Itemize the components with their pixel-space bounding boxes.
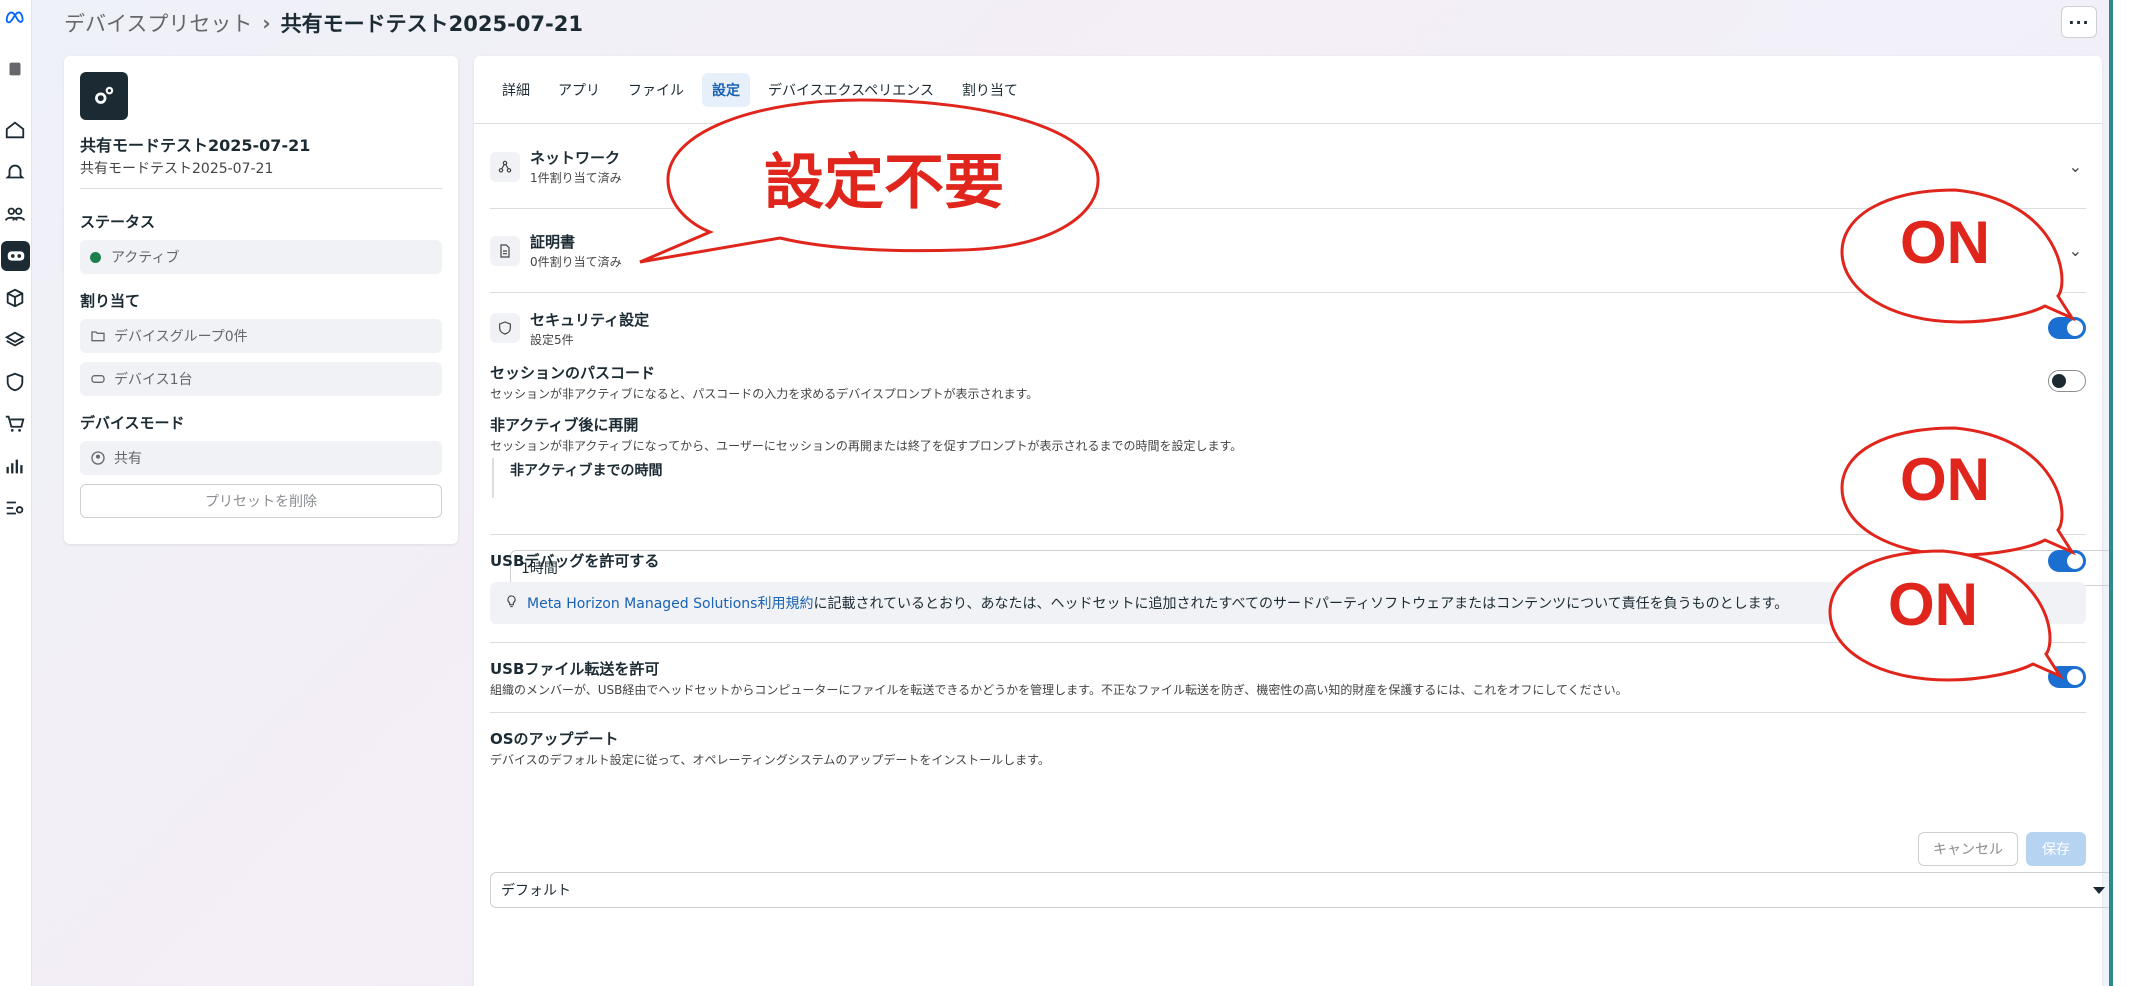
home-icon[interactable] — [0, 115, 30, 145]
layers-icon[interactable] — [0, 325, 30, 355]
annotation-on-usb-debug: ON — [1900, 446, 1990, 513]
certificate-subtitle: 0件割り当て済み — [530, 255, 622, 269]
status-title: ステータス — [80, 213, 156, 231]
right-edge-panel — [2109, 0, 2133, 986]
settings-panel: 詳細 アプリ ファイル 設定 デバイスエクスペリエンス 割り当て ネットワーク … — [474, 56, 2133, 986]
resume-setting: 非アクティブ後に再開 セッションが非アクティブになってから、ユーザーにセッション… — [490, 414, 2086, 454]
tab-files[interactable]: ファイル — [618, 73, 694, 107]
cancel-button[interactable]: キャンセル — [1918, 832, 2018, 866]
tab-bar: 詳細 アプリ ファイル 設定 デバイスエクスペリエンス 割り当て — [474, 56, 2102, 124]
document-icon — [490, 235, 520, 266]
os-update-title: OSのアップデート — [490, 730, 619, 748]
gears-icon — [80, 72, 128, 120]
devices-item[interactable]: デバイス1台 — [80, 362, 442, 396]
os-update-setting: OSのアップデート デバイスのデフォルト設定に従って、オペレーティングシステムの… — [490, 728, 2086, 768]
chevron-right-icon: › — [262, 11, 271, 35]
device-groups-item[interactable]: デバイスグループ0件 — [80, 319, 442, 353]
divider — [490, 642, 2086, 643]
passcode-setting: セッションのパスコード セッションが非アクティブになると、パスコードの入力を求め… — [490, 362, 2086, 402]
cart-icon[interactable] — [0, 409, 30, 439]
preset-name: 共有モードテスト2025-07-21 — [80, 136, 311, 155]
passcode-title: セッションのパスコード — [490, 364, 656, 382]
headset-small-icon — [91, 375, 105, 383]
bar-chart-icon[interactable] — [0, 451, 30, 481]
divider — [490, 534, 2086, 535]
headset-icon[interactable] — [1, 241, 30, 271]
network-icon — [490, 151, 520, 182]
resume-desc: セッションが非アクティブになってから、ユーザーにセッションの再開または終了を促す… — [490, 439, 1243, 453]
annotation-on-security: ON — [1900, 209, 1990, 276]
tab-details[interactable]: 詳細 — [492, 73, 540, 107]
breadcrumb-parent[interactable]: デバイスプリセット — [64, 8, 252, 38]
usb-transfer-setting: USBファイル転送を許可 組織のメンバーが、USB経由でヘッドセットからコンピュ… — [490, 658, 2086, 698]
inactive-time-label: 非アクティブまでの時間 — [510, 460, 2086, 480]
preset-summary-card: 共有モードテスト2025-07-21 共有モードテスト2025-07-21 ステ… — [64, 56, 458, 544]
tab-device-experience[interactable]: デバイスエクスペリエンス — [758, 73, 944, 107]
device-groups-label: デバイスグループ0件 — [114, 329, 248, 345]
chevron-down-icon[interactable]: ⌄ — [2069, 241, 2082, 260]
folder-icon — [91, 331, 105, 342]
status-badge: アクティブ — [80, 240, 442, 274]
security-title: セキュリティ設定 — [530, 310, 650, 329]
usb-debug-setting: USBデバッグを許可する — [490, 550, 2086, 578]
meta-logo-icon[interactable] — [0, 2, 30, 32]
certificate-section[interactable]: 証明書 0件割り当て済み ⌄ — [490, 209, 2086, 293]
usb-debug-info: Meta Horizon Managed Solutions利用規約 に記載され… — [490, 582, 2086, 624]
chevron-down-icon[interactable]: ⌄ — [2069, 157, 2082, 176]
headset-fleet-icon[interactable] — [0, 54, 30, 84]
page-title: 共有モードテスト2025-07-21 — [280, 12, 583, 36]
device-mode-value: 共有 — [114, 451, 142, 467]
security-section-header: セキュリティ設定 設定5件 — [490, 308, 2086, 348]
mode-title: デバイスモード — [80, 414, 185, 432]
save-button[interactable]: 保存 — [2026, 832, 2086, 866]
usb-transfer-desc: 組織のメンバーが、USB経由でヘッドセットからコンピューターにファイルを転送でき… — [490, 683, 1628, 697]
resume-title: 非アクティブ後に再開 — [490, 416, 639, 434]
shared-user-icon — [91, 451, 105, 465]
network-title: ネットワーク — [530, 149, 621, 167]
left-nav-rail — [0, 0, 32, 986]
usb-transfer-title: USBファイル転送を許可 — [490, 660, 660, 678]
os-update-desc: デバイスのデフォルト設定に従って、オペレーティングシステムのアップデートをインス… — [490, 753, 1050, 767]
device-mode-item: 共有 — [80, 441, 442, 475]
usb-debug-title: USBデバッグを許可する — [490, 552, 660, 570]
security-toggle[interactable] — [2048, 317, 2086, 339]
network-subtitle: 1件割り当て済み — [530, 171, 622, 185]
devices-label: デバイス1台 — [114, 372, 193, 388]
os-update-value: デフォルト — [501, 883, 571, 899]
bell-icon[interactable] — [0, 157, 30, 187]
indent-line — [492, 458, 494, 498]
cube-icon[interactable] — [0, 283, 30, 313]
security-subtitle: 設定5件 — [530, 332, 574, 347]
status-value: アクティブ — [111, 250, 180, 266]
settings-list-icon[interactable] — [0, 493, 30, 523]
tab-assignment[interactable]: 割り当て — [952, 73, 1028, 107]
annotation-not-needed: 設定不要 — [764, 149, 1004, 216]
divider — [490, 712, 2086, 713]
assign-title: 割り当て — [80, 292, 141, 310]
preset-subtitle: 共有モードテスト2025-07-21 — [80, 158, 442, 189]
status-dot-icon — [90, 251, 101, 263]
inactive-time-title: 非アクティブまでの時間 — [510, 463, 663, 479]
shield-small-icon — [490, 313, 520, 343]
tab-apps[interactable]: アプリ — [548, 73, 610, 107]
usb-transfer-toggle[interactable] — [2048, 666, 2086, 688]
lightbulb-icon — [504, 594, 519, 613]
usb-debug-toggle[interactable] — [2048, 550, 2086, 572]
annotation-on-usb-transfer: ON — [1888, 571, 1978, 638]
delete-preset-button[interactable]: プリセットを削除 — [80, 484, 442, 518]
passcode-toggle[interactable] — [2048, 370, 2086, 392]
terms-link[interactable]: Meta Horizon Managed Solutions利用規約 — [527, 593, 813, 613]
network-section[interactable]: ネットワーク 1件割り当て済み ⌄ — [490, 125, 2086, 209]
usb-debug-info-text: に記載されているとおり、あなたは、ヘッドセットに追加されたすべてのサードパーティ… — [813, 596, 1789, 612]
users-icon[interactable] — [0, 199, 30, 229]
more-options-button[interactable]: ··· — [2061, 6, 2097, 38]
shield-icon[interactable] — [0, 367, 30, 397]
passcode-desc: セッションが非アクティブになると、パスコードの入力を求めるデバイスプロンプトが表… — [490, 387, 1039, 401]
certificate-title: 証明書 — [530, 233, 576, 251]
os-update-select[interactable]: デフォルト — [490, 872, 2118, 908]
breadcrumb: デバイスプリセット › 共有モードテスト2025-07-21 — [64, 8, 583, 38]
caret-down-icon — [2093, 887, 2105, 894]
tab-settings[interactable]: 設定 — [702, 72, 750, 107]
